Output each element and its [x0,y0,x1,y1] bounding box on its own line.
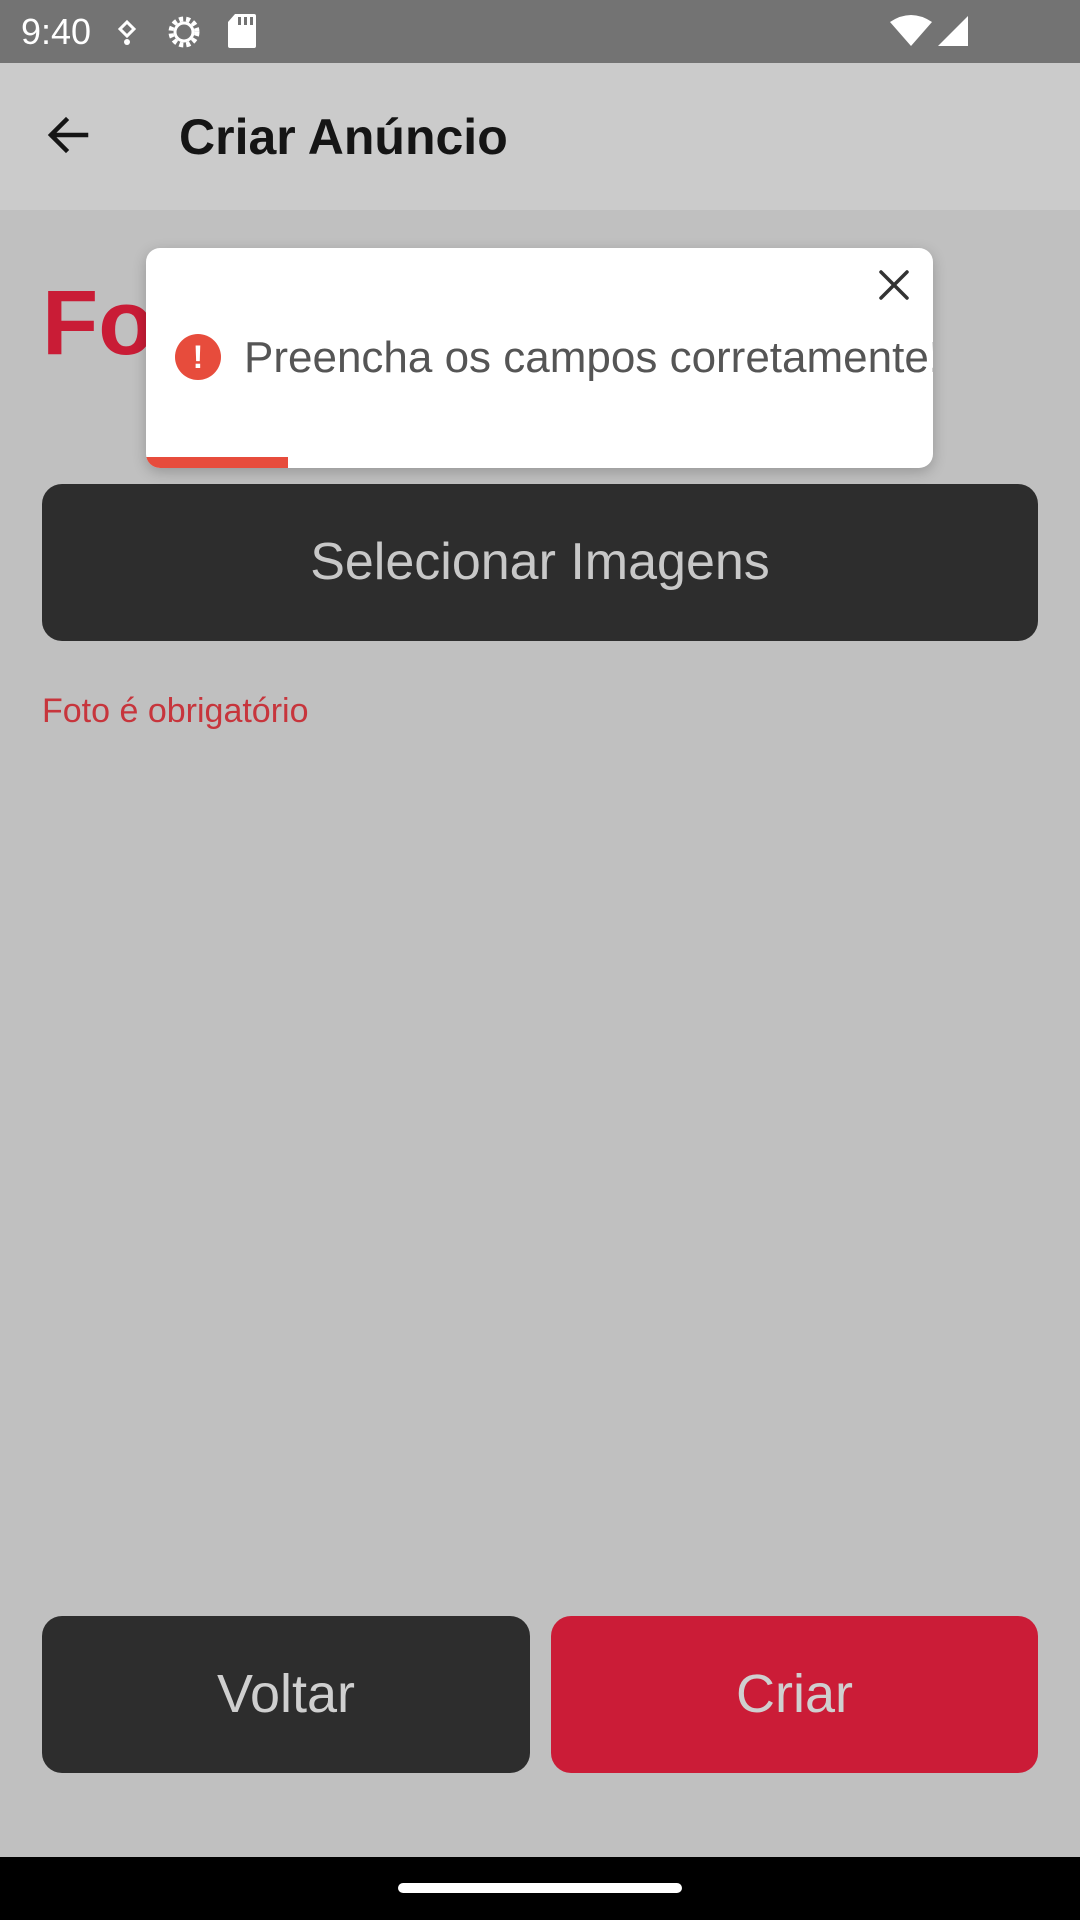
error-toast: ! Preencha os campos corretamente! [146,248,933,468]
toast-progress-bar [146,457,288,468]
home-indicator[interactable] [398,1883,682,1893]
create-button[interactable]: Criar [551,1616,1038,1773]
back-button[interactable] [30,99,106,175]
photo-required-error: Foto é obrigatório [42,692,309,730]
cell-signal-icon [936,14,970,53]
page-title: Criar Anúncio [179,109,508,165]
error-icon: ! [175,334,221,380]
wifi-icon [890,14,932,53]
status-bar: 9:40 [0,0,1080,63]
app-bar: Criar Anúncio [0,63,1080,210]
select-images-button[interactable]: Selecionar Imagens [42,484,1038,641]
arrow-back-icon [44,111,92,164]
toast-close-button[interactable] [871,264,917,310]
photos-section-heading: Fo [42,272,155,374]
toast-message: Preencha os campos corretamente! [244,333,933,382]
settings-gear-icon [164,12,204,57]
status-time: 9:40 [21,11,92,52]
close-icon [877,268,911,307]
back-footer-button[interactable]: Voltar [42,1616,530,1773]
usb-debug-icon [112,18,142,53]
system-nav-bar [0,1857,1080,1920]
sd-card-icon [226,12,258,55]
